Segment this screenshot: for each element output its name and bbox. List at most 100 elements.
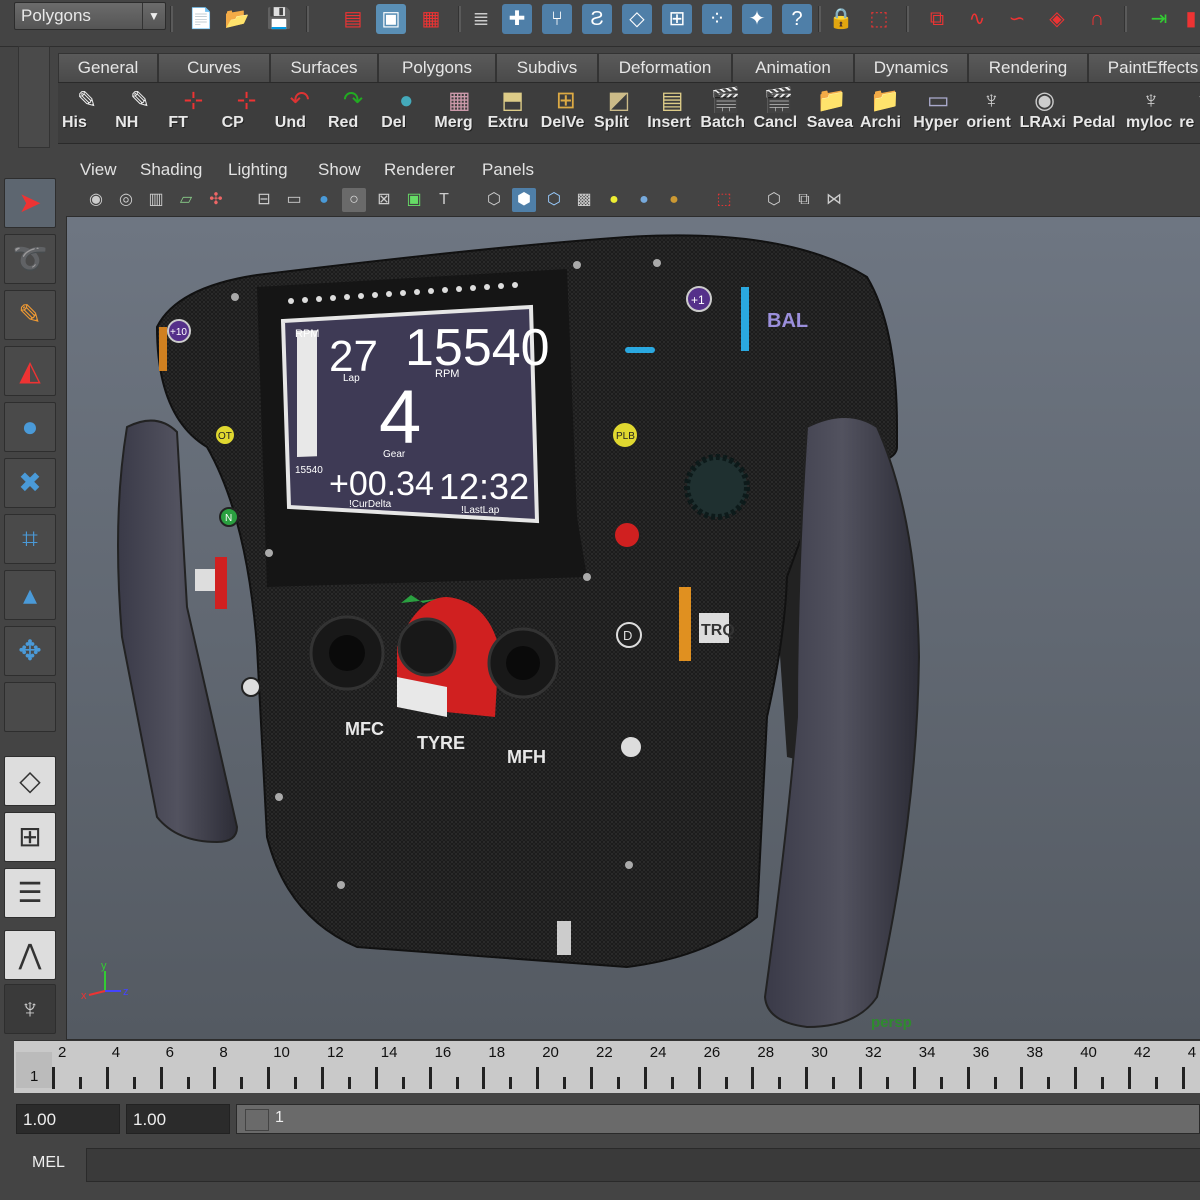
new-scene-icon[interactable]: 📄 <box>186 4 216 34</box>
shelf-button-red[interactable]: ↷ Red <box>328 84 378 138</box>
shelf-tab-polygons[interactable]: Polygons <box>378 53 496 82</box>
time-slider[interactable]: 2 4 6 8 10 12 14 16 18 20 22 24 26 28 30 32 34 36 38 40 42 4 <box>14 1040 1200 1093</box>
lasso-tool-icon[interactable]: ➰ <box>4 234 56 284</box>
xray-icon[interactable]: ⬡ <box>762 188 786 212</box>
shelf-tab-rendering[interactable]: Rendering <box>968 53 1088 82</box>
camera-attributes-icon[interactable]: ◎ <box>114 188 138 212</box>
shelf-button-merg[interactable]: ▦ Merg <box>434 84 484 138</box>
help-icon[interactable]: ? <box>782 4 812 34</box>
open-scene-icon[interactable]: 📂 <box>222 4 252 34</box>
shelf-button-batch[interactable]: 🎬 Batch <box>700 84 750 138</box>
steering-wheel-model[interactable]: RPM 15540 27 Lap 15540 RPM 4 Gear +00.34… <box>67 217 1200 1039</box>
smooth-shade-icon[interactable]: ⬢ <box>512 188 536 212</box>
share-icon[interactable]: ⋈ <box>822 188 846 212</box>
shelf-button-cp[interactable]: ⊹ CP <box>222 84 272 138</box>
shadows-icon[interactable]: ● <box>632 188 656 212</box>
bookmark-icon[interactable]: ▥ <box>144 188 168 212</box>
shelf-button-insert[interactable]: ▤ Insert <box>647 84 697 138</box>
persp-outliner-icon[interactable]: ☰ <box>4 868 56 918</box>
mel-mode-label[interactable]: MEL <box>32 1154 65 1172</box>
resolution-gate-icon[interactable]: ● <box>312 188 336 212</box>
shelf-button-pedal[interactable]: Pedal <box>1073 84 1123 138</box>
shelf-button-archi[interactable]: 📁 Archi <box>860 84 910 138</box>
rotate-tool-icon[interactable]: ● <box>4 402 56 452</box>
shelf-tab-dynamics[interactable]: Dynamics <box>854 53 968 82</box>
shelf-side-control[interactable] <box>18 46 50 148</box>
shelf-tab-surfaces[interactable]: Surfaces <box>270 53 378 82</box>
chevron-down-icon[interactable]: ▼ <box>142 3 165 29</box>
panel-menu-renderer[interactable]: Renderer <box>384 160 455 180</box>
shelf-tab-deformation[interactable]: Deformation <box>598 53 732 82</box>
shelf-button-re[interactable]: ♆re <box>1179 84 1200 138</box>
snap-surface-icon[interactable]: ⊞ <box>662 4 692 34</box>
shelf-button-split[interactable]: ◩ Split <box>594 84 644 138</box>
select-component-icon[interactable]: ▦ <box>416 4 446 34</box>
command-input[interactable] <box>86 1148 1200 1182</box>
camera-icon[interactable]: ◉ <box>84 188 108 212</box>
shelf-button-his[interactable]: ✎ His <box>62 84 112 138</box>
menu-set-dropdown[interactable]: Polygons ▼ <box>14 2 166 30</box>
snap-plane-icon[interactable]: ◇ <box>622 4 652 34</box>
snap-grid-icon[interactable]: ✚ <box>502 4 532 34</box>
wireframe-icon[interactable]: ⬡ <box>482 188 506 212</box>
shelf-tab-animation[interactable]: Animation <box>732 53 854 82</box>
shelf-button-delve[interactable]: ⊞ DelVe <box>541 84 591 138</box>
graph-editor-layout-icon[interactable]: ⋀ <box>4 930 56 980</box>
grid-icon[interactable]: ⊟ <box>252 188 276 212</box>
panel-menu-shading[interactable]: Shading <box>140 160 202 180</box>
shelf-button-del[interactable]: ● Del <box>381 84 431 138</box>
shelf-button-cancl[interactable]: 🎬 Cancl <box>754 84 804 138</box>
field-chart-icon[interactable]: ⊠ <box>372 188 396 212</box>
last-tool-icon[interactable]: ✥ <box>4 626 56 676</box>
default-lighting-icon[interactable]: ● <box>602 188 626 212</box>
filter-icon[interactable]: ≣ <box>466 4 496 34</box>
playback-start-field[interactable]: 1.00 <box>126 1104 230 1134</box>
textured-icon[interactable]: ▩ <box>572 188 596 212</box>
film-gate-icon[interactable]: ▭ <box>282 188 306 212</box>
xray-joints-icon[interactable]: ⧉ <box>792 188 816 212</box>
scale-tool-icon[interactable]: ✖ <box>4 458 56 508</box>
shelf-button-lraxi[interactable]: ◉ LRAxi <box>1020 84 1070 138</box>
maya-logo-icon[interactable]: ♆ <box>4 984 56 1034</box>
shelf-tab-curves[interactable]: Curves <box>158 53 270 82</box>
panel-menu-panels[interactable]: Panels <box>482 160 534 180</box>
single-perspective-icon[interactable]: ◇ <box>4 756 56 806</box>
select-tool-icon[interactable]: ➤ <box>4 178 56 228</box>
safe-action-icon[interactable]: ▣ <box>402 188 426 212</box>
start-time-field[interactable]: 1.00 <box>16 1104 120 1134</box>
range-slider[interactable]: 1 <box>236 1104 1200 1134</box>
shelf-button-savea[interactable]: 📁 Savea <box>807 84 857 138</box>
panel-menu-view[interactable]: View <box>80 160 117 180</box>
snap-live-icon[interactable]: ⁘ <box>702 4 732 34</box>
safe-title-icon[interactable]: T <box>432 188 456 212</box>
input-output-icon[interactable]: ⬚ <box>864 4 894 34</box>
move-tool-icon[interactable]: ◭ <box>4 346 56 396</box>
channel-box-icon[interactable]: ⇥ <box>1144 4 1174 34</box>
shelf-button-nh[interactable]: ✎ NH <box>115 84 165 138</box>
manipulator-icon[interactable]: ⌗ <box>4 514 56 564</box>
range-handle[interactable] <box>245 1109 269 1131</box>
isolate-select-icon[interactable]: ⬚ <box>712 188 736 212</box>
empty-tool-slot[interactable] <box>4 682 56 732</box>
magnet-icon[interactable]: ∩ <box>1082 4 1112 34</box>
gate-mask-icon[interactable]: ○ <box>342 188 366 212</box>
attribute-editor-icon[interactable]: ▮ <box>1176 4 1200 34</box>
shelf-tab-general[interactable]: General <box>58 53 158 82</box>
four-view-icon[interactable]: ⊞ <box>4 812 56 862</box>
shelf-button-extru[interactable]: ⬒ Extru <box>488 84 538 138</box>
hypershade-icon[interactable]: ◈ <box>1042 4 1072 34</box>
select-object-icon[interactable]: ▣ <box>376 4 406 34</box>
save-scene-icon[interactable]: 💾 <box>264 4 294 34</box>
shelf-button-orient[interactable]: ♆ orient <box>966 84 1016 138</box>
snap-point-icon[interactable]: Ƨ <box>582 4 612 34</box>
select-hierarchy-icon[interactable]: ▤ <box>338 4 368 34</box>
soft-select-icon[interactable]: ✦ <box>742 4 772 34</box>
shelf-tab-painteffects[interactable]: PaintEffects <box>1088 53 1200 82</box>
panel-menu-show[interactable]: Show <box>318 160 361 180</box>
shelf-button-myloc[interactable]: ♆ myloc <box>1126 84 1176 138</box>
ipr-icon[interactable]: ∿ <box>962 4 992 34</box>
two-d-pan-icon[interactable]: ✣ <box>204 188 228 212</box>
shelf-button-ft[interactable]: ⊹ FT <box>168 84 218 138</box>
paint-select-icon[interactable]: ✎ <box>4 290 56 340</box>
perspective-viewport[interactable]: RPM 15540 27 Lap 15540 RPM 4 Gear +00.34… <box>66 216 1200 1040</box>
